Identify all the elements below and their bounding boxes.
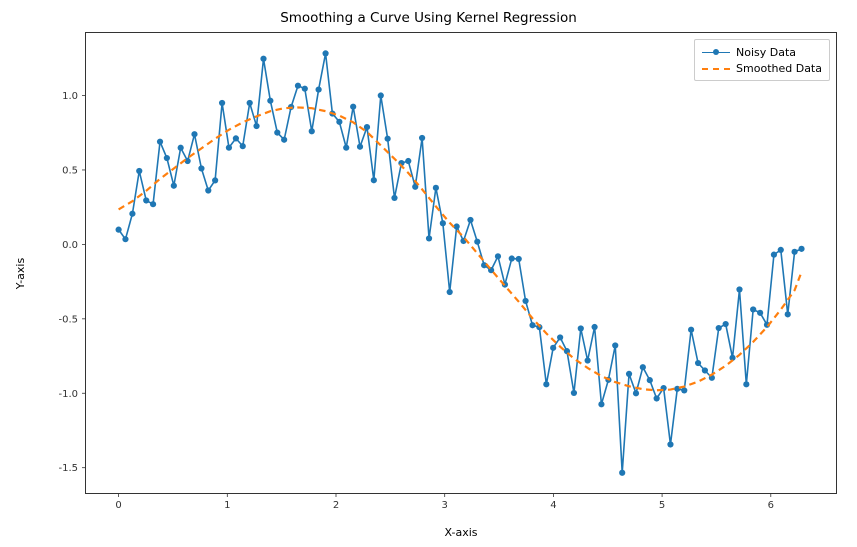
- legend-entry-smoothed: Smoothed Data: [702, 60, 822, 76]
- legend-entry-noisy: Noisy Data: [702, 44, 822, 60]
- legend-swatch-smoothed-icon: [702, 62, 730, 74]
- y-ticks: -1.5 -1.0 -0.5 0.0 0.5 1.0: [58, 91, 86, 474]
- svg-text:2: 2: [333, 500, 339, 511]
- svg-text:-1.5: -1.5: [58, 463, 78, 474]
- x-ticks: 0 1 2 3 4 5 6: [115, 493, 774, 511]
- noisy-data-line: [119, 53, 802, 472]
- svg-text:1.0: 1.0: [62, 91, 78, 102]
- plot-area: 0123456 -1.5-1.0-0.50.00.51.0: [86, 33, 836, 493]
- svg-text:-0.5: -0.5: [58, 314, 78, 325]
- y-axis-label: Y-axis: [14, 0, 28, 547]
- svg-text:1: 1: [224, 500, 230, 511]
- svg-text:3: 3: [442, 500, 448, 511]
- svg-text:0.0: 0.0: [62, 240, 78, 251]
- svg-text:4: 4: [550, 500, 556, 511]
- svg-text:6: 6: [768, 500, 774, 511]
- legend-label-smoothed: Smoothed Data: [736, 62, 822, 75]
- smoothed-data-line: [119, 107, 802, 390]
- svg-text:-1.0: -1.0: [58, 389, 78, 400]
- svg-text:0.5: 0.5: [62, 165, 78, 176]
- svg-text:5: 5: [659, 500, 665, 511]
- noisy-data-markers: [116, 50, 805, 476]
- legend-swatch-noisy-icon: [702, 46, 730, 58]
- x-axis-label: X-axis: [85, 526, 837, 539]
- figure: Smoothing a Curve Using Kernel Regressio…: [0, 0, 857, 547]
- legend: Noisy Data Smoothed Data: [694, 39, 830, 81]
- chart-title: Smoothing a Curve Using Kernel Regressio…: [0, 10, 857, 26]
- axes-frame: 0123456 -1.5-1.0-0.50.00.51.0 Noisy Data…: [85, 32, 837, 494]
- svg-text:0: 0: [115, 500, 121, 511]
- legend-label-noisy: Noisy Data: [736, 46, 796, 59]
